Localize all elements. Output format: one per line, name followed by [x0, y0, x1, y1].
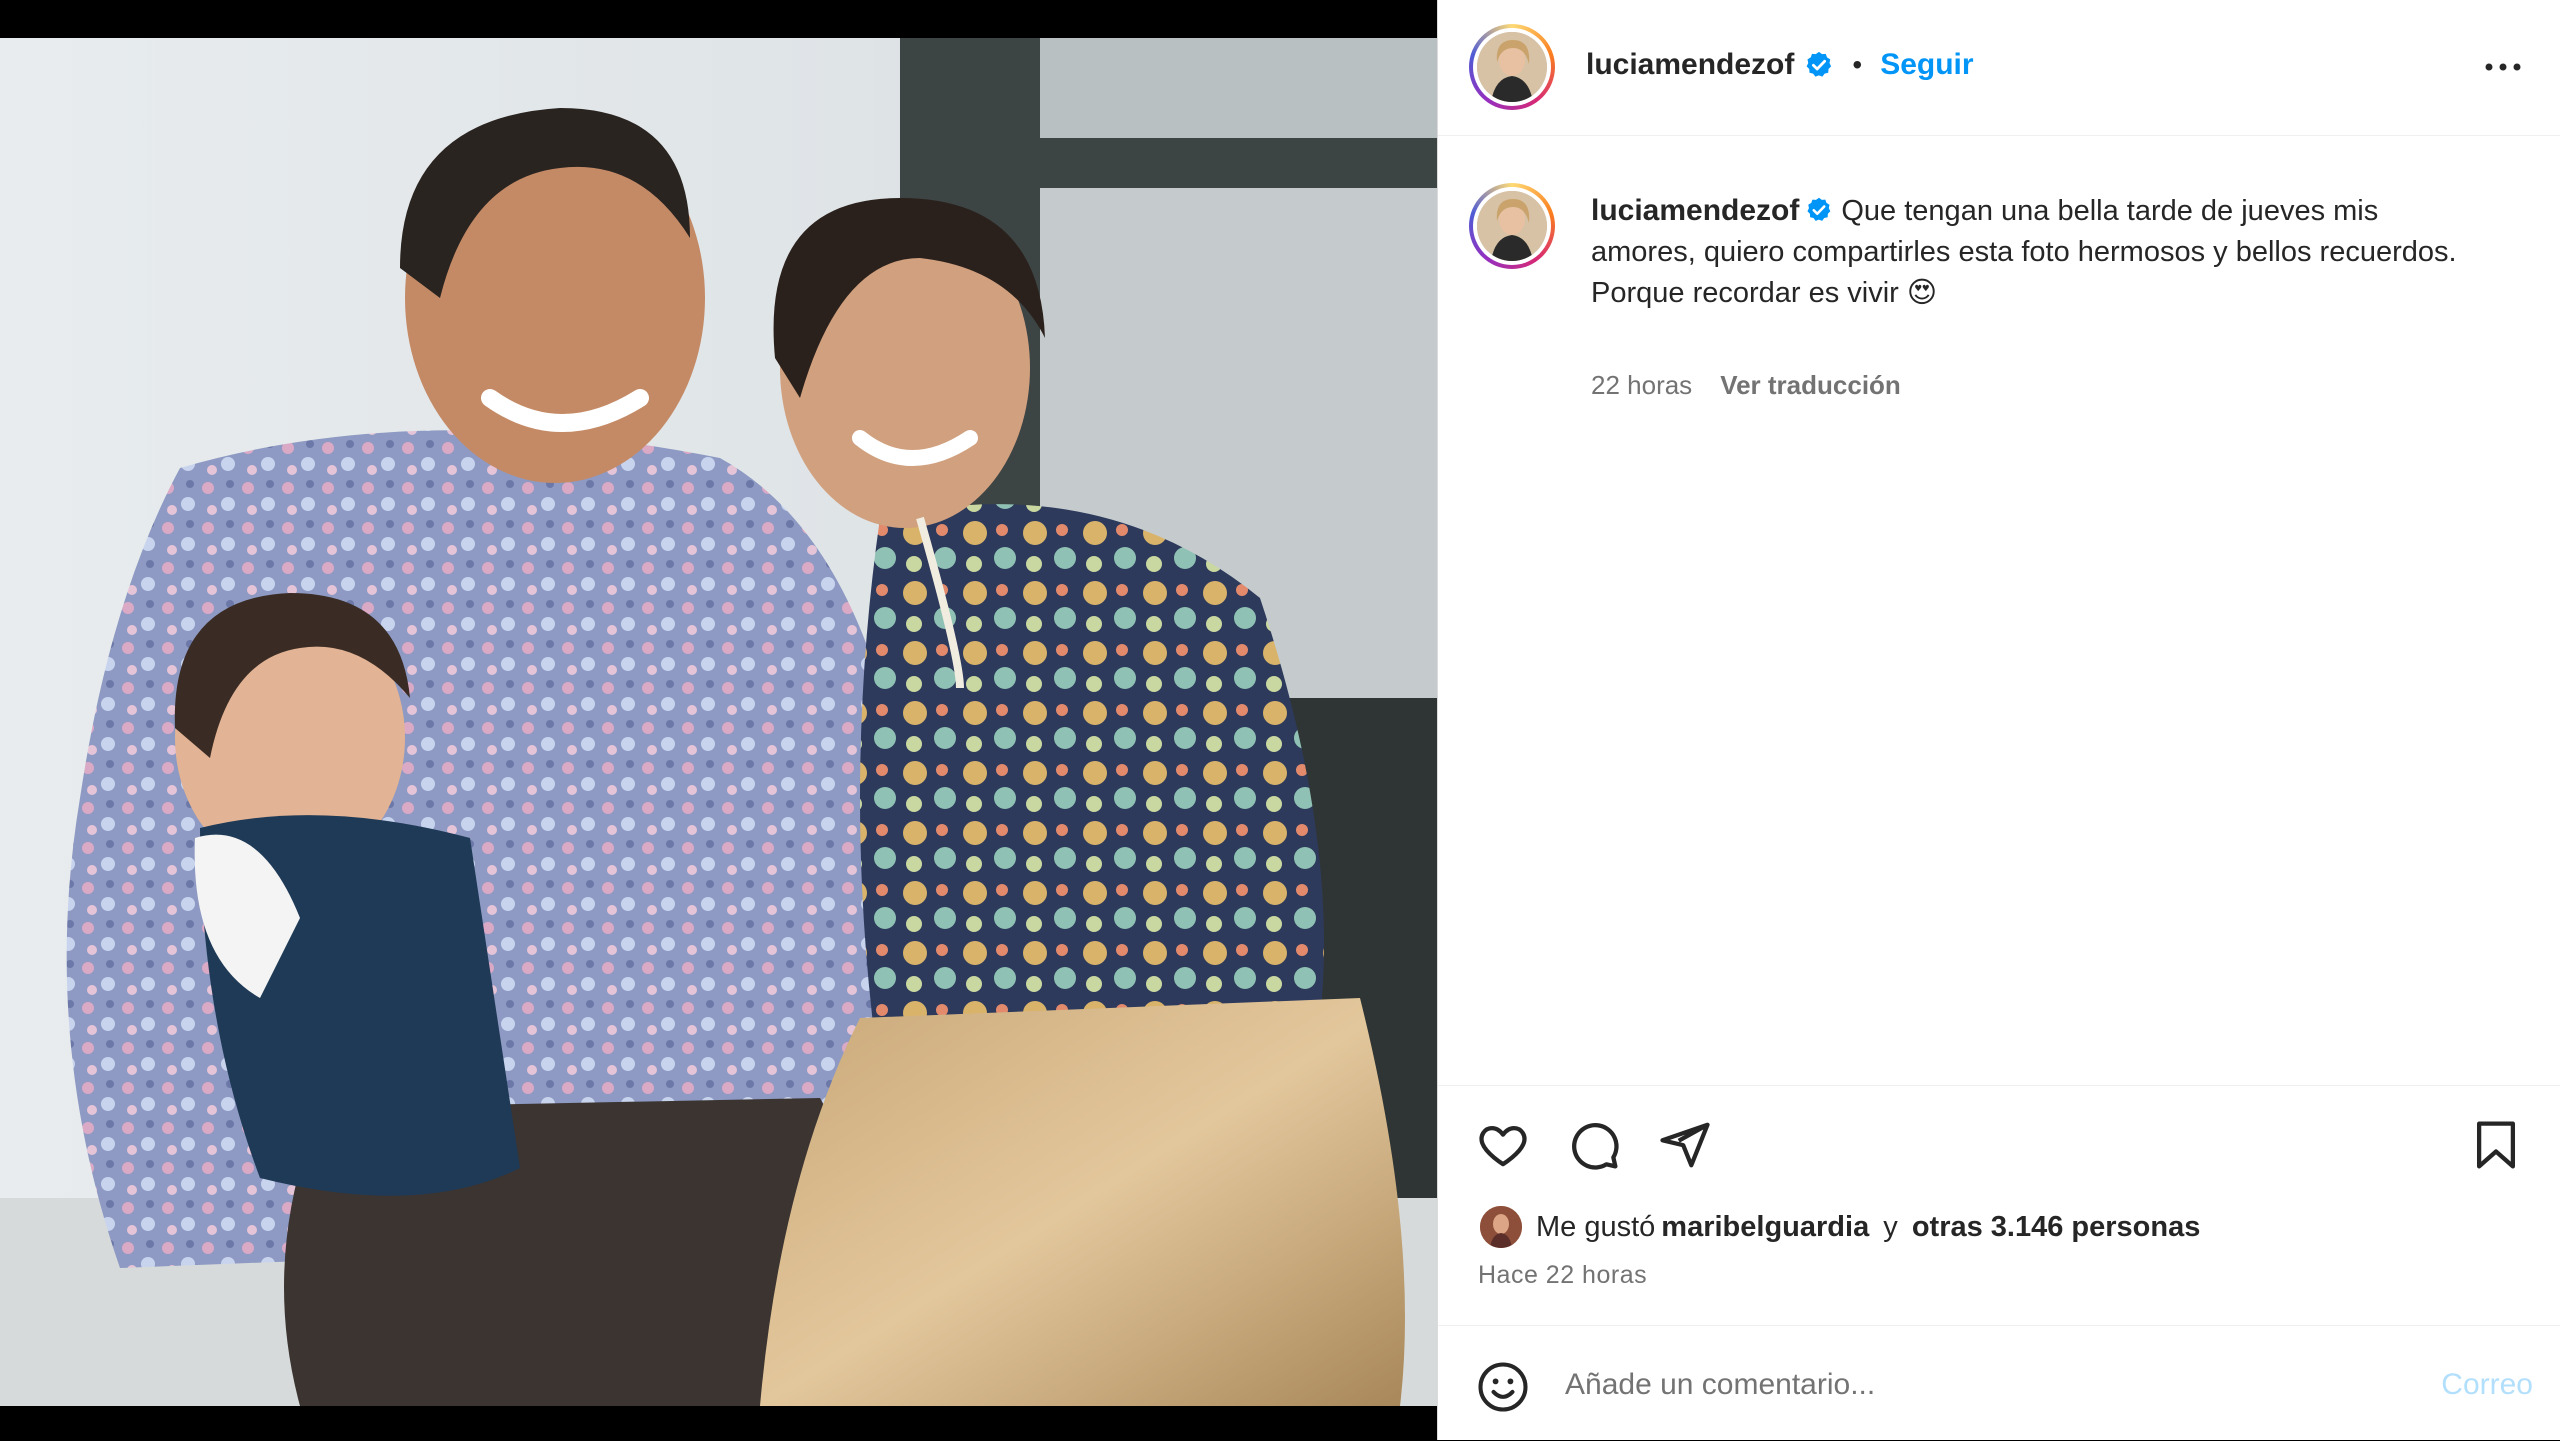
post-comment-button[interactable]: Correo — [2441, 1368, 2533, 1402]
verified-badge-icon — [1807, 198, 1831, 222]
caption-username[interactable]: luciamendezof — [1591, 194, 1799, 227]
family-photo-illustration — [0, 38, 1437, 1406]
comment-bar: Correo — [1438, 1325, 2560, 1441]
comment-icon[interactable] — [1567, 1118, 1621, 1172]
post-photo[interactable] — [0, 38, 1437, 1406]
heart-icon[interactable] — [1476, 1118, 1530, 1172]
follow-button[interactable]: Seguir — [1880, 48, 1973, 82]
header-separator: • — [1852, 49, 1863, 80]
caption-meta: 22 horas Ver traducción — [1591, 370, 1901, 401]
liker-avatar[interactable] — [1478, 1204, 1524, 1250]
caption-line-2: Porque recordar es vivir 😍 — [1591, 277, 1938, 309]
post-time-ago[interactable]: Hace 22 horas — [1478, 1261, 1647, 1290]
likes-others[interactable]: otras 3.146 personas — [1912, 1211, 2201, 1244]
see-translation-link[interactable]: Ver traducción — [1720, 370, 1901, 401]
post-actions: Me gustó maribelguardia y otras 3.146 per… — [1438, 1085, 2560, 1326]
likes-prefix: Me gustó — [1536, 1210, 1656, 1243]
comment-input[interactable] — [1563, 1356, 2327, 1414]
post-media-pane — [0, 0, 1437, 1440]
more-options-icon[interactable] — [2483, 52, 2523, 82]
emoji-icon[interactable] — [1476, 1360, 1530, 1414]
avatar-portrait — [1477, 32, 1547, 102]
header-user-info: luciamendezof • Seguir — [1586, 48, 1974, 82]
avatar-portrait — [1477, 191, 1547, 261]
post-header: luciamendezof • Seguir — [1438, 0, 2560, 136]
likes-connector: y — [1875, 1210, 1906, 1243]
likes-summary: Me gustó maribelguardia y otras 3.146 per… — [1478, 1204, 2200, 1250]
caption-author-avatar[interactable] — [1469, 183, 1555, 269]
liker-avatar-portrait — [1480, 1206, 1522, 1248]
bookmark-icon[interactable] — [2469, 1118, 2523, 1172]
post-side-panel: luciamendezof • Seguir luciamendezof Que… — [1437, 0, 2560, 1440]
caption-timestamp[interactable]: 22 horas — [1591, 370, 1692, 401]
caption-text: luciamendezof Que tengan una bella tarde… — [1591, 190, 2491, 314]
send-icon[interactable] — [1658, 1118, 1712, 1172]
verified-badge-icon — [1807, 51, 1832, 77]
liker-username[interactable]: maribelguardia — [1661, 1211, 1869, 1244]
author-username[interactable]: luciamendezof — [1586, 48, 1794, 82]
author-avatar[interactable] — [1469, 24, 1555, 110]
